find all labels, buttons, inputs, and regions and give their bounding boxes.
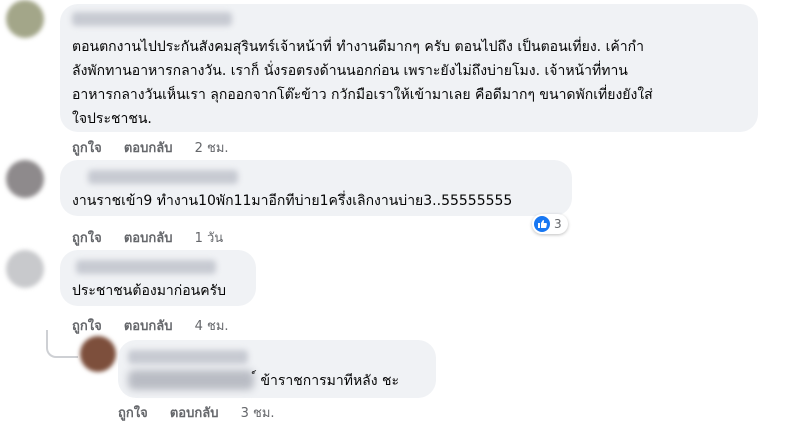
like-button[interactable]: ถูกใจ [72,231,102,246]
reply-thread-line [46,330,78,358]
reply-button[interactable]: ตอบกลับ [124,141,173,156]
commenter-name[interactable] [76,260,216,274]
comment-timestamp[interactable]: 3 ชม. [241,406,275,421]
commenter-name[interactable] [72,12,232,26]
comment-text-line: ตอนตกงานไปประกันสังคมสุรินทร์เจ้าหน้าที่… [72,39,644,55]
comment-text-line: ลังพักทานอาหารกลางวัน. เราก็ นั่งรอตรงด้… [72,63,628,79]
reply-button[interactable]: ตอบกลับ [124,231,173,246]
reply-button[interactable]: ตอบกลับ [124,319,173,334]
like-button[interactable]: ถูกใจ [72,141,102,156]
like-button[interactable]: ถูกใจ [118,406,148,421]
comment-bubble: งานราชเข้า9 ทำงาน10พัก11มาอีกทีบ่าย1ครึ่… [60,160,572,216]
commenter-avatar[interactable] [6,160,44,198]
comment-text-line: งานราชเข้า9 ทำงาน10พัก11มาอีกทีบ่าย1ครึ่… [72,193,513,209]
commenter-name[interactable] [128,350,248,364]
comment-text-line: ประชาชนต้องมาก่อนครับ [72,283,227,299]
commenter-avatar[interactable] [80,336,116,372]
comment-actions: ถูกใจ ตอบกลับ 4 ชม. [72,315,247,336]
comment-actions: ถูกใจ ตอบกลับ 1 วัน [72,227,241,248]
reply-button[interactable]: ตอบกลับ [170,406,219,421]
comment-bubble: ประชาชนต้องมาก่อนครับ [60,250,256,306]
comment-timestamp[interactable]: 1 วัน [195,231,224,246]
comment-actions: ถูกใจ ตอบกลับ 2 ชม. [72,137,247,158]
comment-bubble: ์ ข้าราชการมาทีหลัง ชะ [118,340,436,398]
redacted-text [128,370,254,390]
reaction-count: 3 [554,217,562,231]
comment-text-line: อาหารกลางวันเห็นเรา ลุกออกจากโต๊ะข้าว กว… [72,87,653,103]
commenter-avatar[interactable] [6,0,44,38]
commenter-avatar[interactable] [6,250,44,288]
comment-bubble: ตอนตกงานไปประกันสังคมสุรินทร์เจ้าหน้าที่… [60,4,758,132]
comment-timestamp[interactable]: 2 ชม. [195,141,229,156]
commenter-name[interactable] [88,170,238,184]
reaction-summary[interactable]: 3 [532,214,568,234]
comment-timestamp[interactable]: 4 ชม. [195,319,229,334]
like-icon [534,216,550,232]
comment-text-line: ์ ข้าราชการมาทีหลัง ชะ [256,373,400,389]
comment-actions: ถูกใจ ตอบกลับ 3 ชม. [118,402,293,423]
comment-text-line: ใจประชาชน. [72,111,152,127]
